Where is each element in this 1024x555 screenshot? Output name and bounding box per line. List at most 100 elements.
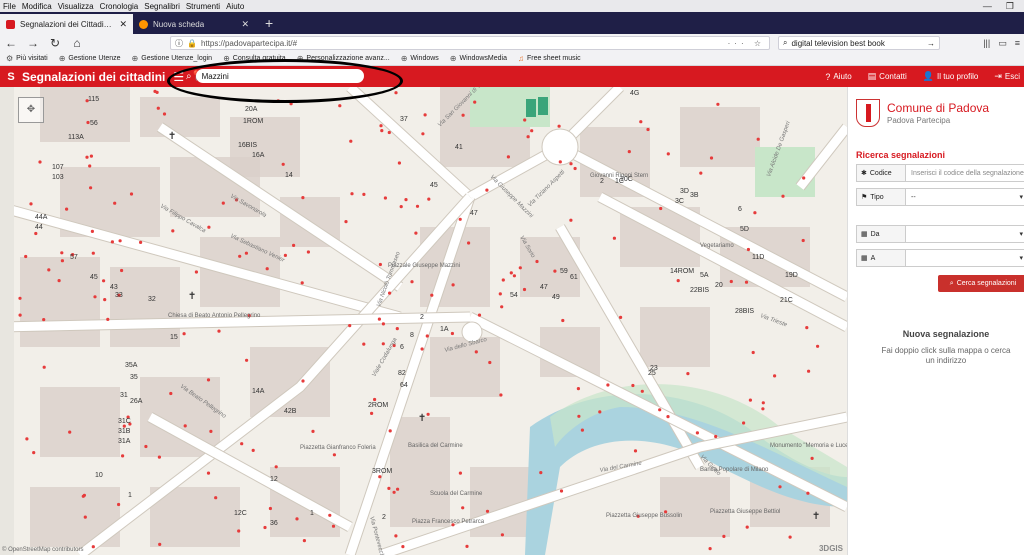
map-brand: 3DGIS: [818, 544, 843, 553]
building-block: [20, 257, 100, 347]
page-actions-icon[interactable]: ··· ☆: [728, 39, 765, 48]
report-marker: [788, 535, 792, 539]
report-marker: [387, 130, 391, 135]
report-marker: [773, 374, 777, 378]
forward-button[interactable]: →: [26, 36, 40, 50]
house-number: 37: [400, 116, 408, 123]
report-marker: [577, 414, 581, 418]
map-attribution[interactable]: © OpenStreetMap contributors: [2, 547, 83, 553]
menu-icon[interactable]: ≡: [1015, 38, 1020, 49]
house-number: 32: [148, 296, 156, 303]
map-left-strip: [0, 87, 14, 555]
menu-aiuto[interactable]: Aiuto: [223, 2, 247, 11]
report-marker: [395, 327, 399, 331]
tab-segnalazioni[interactable]: Segnalazioni dei Cittadini - Co ✕: [0, 14, 133, 34]
app-title[interactable]: Segnalazioni dei cittadini: [22, 70, 165, 84]
menu-segnalibri[interactable]: Segnalibri: [141, 2, 183, 11]
tipo-select[interactable]: -- ▾: [906, 188, 1024, 206]
report-marker: [217, 329, 221, 333]
bookmark-item[interactable]: ⊕ Gestione Utenze_login: [132, 54, 213, 63]
close-tab-icon[interactable]: ✕: [119, 19, 127, 30]
logout-link[interactable]: ⇥ Esci: [994, 71, 1020, 82]
report-marker: [746, 247, 751, 252]
address-bar[interactable]: ⓘ 🔒 https://padovapartecipa.it/# ··· ☆: [170, 36, 770, 50]
house-number: 45: [430, 182, 438, 189]
report-marker: [557, 124, 561, 128]
menu-strumenti[interactable]: Strumenti: [183, 2, 223, 11]
help-link[interactable]: ? Aiuto: [825, 71, 851, 82]
home-button[interactable]: ⌂: [70, 36, 84, 50]
report-marker: [729, 279, 733, 284]
report-marker: [362, 342, 366, 346]
report-marker: [676, 279, 680, 283]
report-marker: [401, 545, 405, 549]
report-marker: [91, 545, 95, 549]
app-logo[interactable]: S: [0, 71, 22, 83]
calendar-icon: ▦: [861, 255, 868, 262]
hamburger-menu-icon[interactable]: ☰: [173, 70, 184, 84]
report-marker: [807, 369, 811, 373]
new-tab-button[interactable]: +: [255, 14, 283, 34]
report-marker: [383, 196, 387, 200]
chevron-down-icon: ▾: [1019, 255, 1023, 262]
web-search-box[interactable]: ⌕ digital television best book →: [778, 36, 940, 50]
bookmark-item[interactable]: ⊕ Windows: [401, 54, 439, 63]
report-marker: [801, 238, 805, 243]
church-icon: ✝: [812, 511, 820, 522]
menu-file[interactable]: File: [0, 2, 19, 11]
menu-cronologia[interactable]: Cronologia: [97, 2, 142, 11]
menu-visualizza[interactable]: Visualizza: [55, 2, 97, 11]
house-number: 23: [650, 365, 658, 372]
go-arrow-icon[interactable]: →: [927, 39, 935, 48]
library-icon[interactable]: |||: [983, 38, 990, 49]
report-marker: [530, 129, 534, 133]
report-marker: [722, 534, 726, 538]
report-marker: [349, 139, 353, 143]
contacts-link[interactable]: ▤ Contatti: [868, 71, 907, 82]
report-marker: [381, 322, 385, 326]
report-marker: [238, 254, 242, 258]
reload-button[interactable]: ↻: [48, 36, 62, 50]
bookmark-item[interactable]: ⚙ Più visitati: [6, 54, 48, 63]
report-marker: [240, 442, 244, 446]
report-marker: [274, 465, 278, 469]
map-pan-control[interactable]: ✥: [18, 97, 44, 123]
report-marker: [121, 454, 125, 458]
profile-link[interactable]: 👤 Il tuo profilo: [923, 71, 979, 82]
bookmark-item[interactable]: ⊕ Gestione Utenze: [59, 54, 121, 63]
report-marker: [477, 313, 482, 317]
report-marker: [265, 267, 269, 271]
menu-modifica[interactable]: Modifica: [19, 2, 55, 11]
bookmark-item[interactable]: ⊕ Consulta gratuita: [223, 54, 286, 63]
report-marker: [331, 524, 336, 528]
tab-nuova-scheda[interactable]: Nuova scheda ✕: [133, 14, 255, 34]
report-marker: [427, 197, 431, 201]
address-search-input[interactable]: [195, 69, 364, 83]
bookmark-item[interactable]: ⊕ Personalizzazione avanz...: [297, 54, 390, 63]
close-tab-icon[interactable]: ✕: [241, 19, 249, 30]
report-marker: [377, 317, 381, 321]
map-canvas[interactable]: 115 113A 107 103 56 44A 44 57 45 43 33 32 15 35A 35 31 2…: [0, 87, 847, 555]
report-marker: [388, 291, 392, 295]
house-number: 44: [35, 224, 43, 231]
report-marker: [421, 132, 425, 136]
house-number: 56: [90, 120, 98, 127]
house-number: 2: [420, 314, 424, 321]
info-icon[interactable]: ⓘ: [175, 38, 183, 49]
search-reports-button[interactable]: ⌕ Cerca segnalazioni: [938, 275, 1024, 292]
bookmark-item[interactable]: ⊕ WindowsMedia: [450, 54, 507, 63]
back-button[interactable]: ←: [4, 36, 18, 50]
da-date-select[interactable]: ▾: [906, 225, 1024, 243]
report-marker: [90, 229, 94, 233]
a-date-select[interactable]: ▾: [906, 249, 1024, 267]
restore-icon[interactable]: ❐: [1006, 1, 1014, 12]
report-marker: [458, 471, 462, 475]
report-marker: [640, 389, 644, 393]
report-marker: [18, 313, 22, 317]
minimize-icon[interactable]: —: [983, 1, 992, 12]
codice-input[interactable]: Inserisci il codice della segnalazione: [906, 164, 1024, 182]
house-number: 6: [400, 344, 404, 351]
chevron-down-icon: ▾: [1019, 231, 1023, 238]
bookmark-item[interactable]: ♫ Free sheet music: [518, 54, 581, 63]
sidebar-icon[interactable]: ▭: [998, 38, 1007, 49]
